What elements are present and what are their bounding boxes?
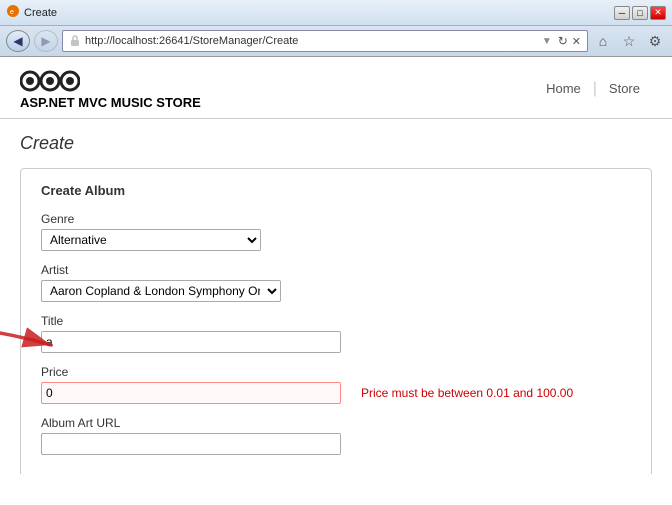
toolbar-icons: ⌂ ☆ ⚙	[592, 30, 666, 52]
site-logo: ASP.NET MVC MUSIC STORE	[20, 67, 201, 110]
star-icon[interactable]: ☆	[618, 30, 640, 52]
price-input[interactable]	[41, 382, 341, 404]
genre-label: Genre	[41, 212, 631, 226]
address-field[interactable]: http://localhost:26641/StoreManager/Crea…	[62, 30, 588, 52]
title-label: Title	[41, 314, 631, 328]
home-icon[interactable]: ⌂	[592, 30, 614, 52]
album-art-label: Album Art URL	[41, 416, 631, 430]
price-group: Price Price must be between 0.01 and 100…	[41, 365, 631, 404]
settings-icon[interactable]: ⚙	[644, 30, 666, 52]
logo-icon	[20, 67, 80, 95]
close-icon[interactable]: ✕	[572, 35, 581, 48]
nav-home[interactable]: Home	[534, 77, 593, 100]
window-controls: ─ □ ✕	[614, 6, 666, 20]
tab-title: Create	[24, 7, 57, 19]
dropdown-icon[interactable]: ▼	[542, 36, 552, 47]
nav-store[interactable]: Store	[597, 77, 652, 100]
site-title: ASP.NET MVC MUSIC STORE	[20, 95, 201, 110]
price-label: Price	[41, 365, 631, 379]
page-heading: Create	[20, 133, 652, 154]
site-header: ASP.NET MVC MUSIC STORE Home | Store	[0, 57, 672, 119]
title-bar-left: e Create	[6, 4, 57, 21]
url-text: http://localhost:26641/StoreManager/Crea…	[85, 35, 538, 47]
close-button[interactable]: ✕	[650, 6, 666, 20]
create-album-form: Create Album Genre Alternative Blues Cla…	[20, 168, 652, 474]
tab-favicon: e	[6, 4, 20, 21]
refresh-icon[interactable]: ↻	[558, 34, 568, 48]
artist-label: Artist	[41, 263, 631, 277]
back-button[interactable]: ◀	[6, 30, 30, 52]
forward-button[interactable]: ▶	[34, 30, 58, 52]
title-group: Title	[41, 314, 631, 353]
genre-group: Genre Alternative Blues Classical Countr…	[41, 212, 631, 251]
lock-icon	[69, 35, 81, 47]
artist-group: Artist Aaron Copland & London Symphony O…	[41, 263, 631, 302]
artist-select[interactable]: Aaron Copland & London Symphony Orchestr…	[41, 280, 281, 302]
page-content: ASP.NET MVC MUSIC STORE Home | Store Cre…	[0, 57, 672, 474]
site-nav: Home | Store	[534, 77, 652, 100]
title-bar: e Create ─ □ ✕	[0, 0, 672, 26]
svg-text:e: e	[10, 9, 14, 16]
main-content: Create Create Album Genre Alternative Bl…	[0, 119, 672, 474]
genre-select[interactable]: Alternative Blues Classical Country Disc…	[41, 229, 261, 251]
minimize-button[interactable]: ─	[614, 6, 630, 20]
album-art-input[interactable]	[41, 433, 341, 455]
title-input[interactable]	[41, 331, 341, 353]
address-bar: ◀ ▶ http://localhost:26641/StoreManager/…	[0, 26, 672, 56]
browser-chrome: e Create ─ □ ✕ ◀ ▶ http://localhost:2664…	[0, 0, 672, 57]
price-error-message: Price must be between 0.01 and 100.00	[361, 386, 573, 400]
page-inner: ASP.NET MVC MUSIC STORE Home | Store Cre…	[0, 57, 672, 474]
form-box-title: Create Album	[41, 183, 631, 198]
maximize-button[interactable]: □	[632, 6, 648, 20]
album-art-group: Album Art URL	[41, 416, 631, 455]
